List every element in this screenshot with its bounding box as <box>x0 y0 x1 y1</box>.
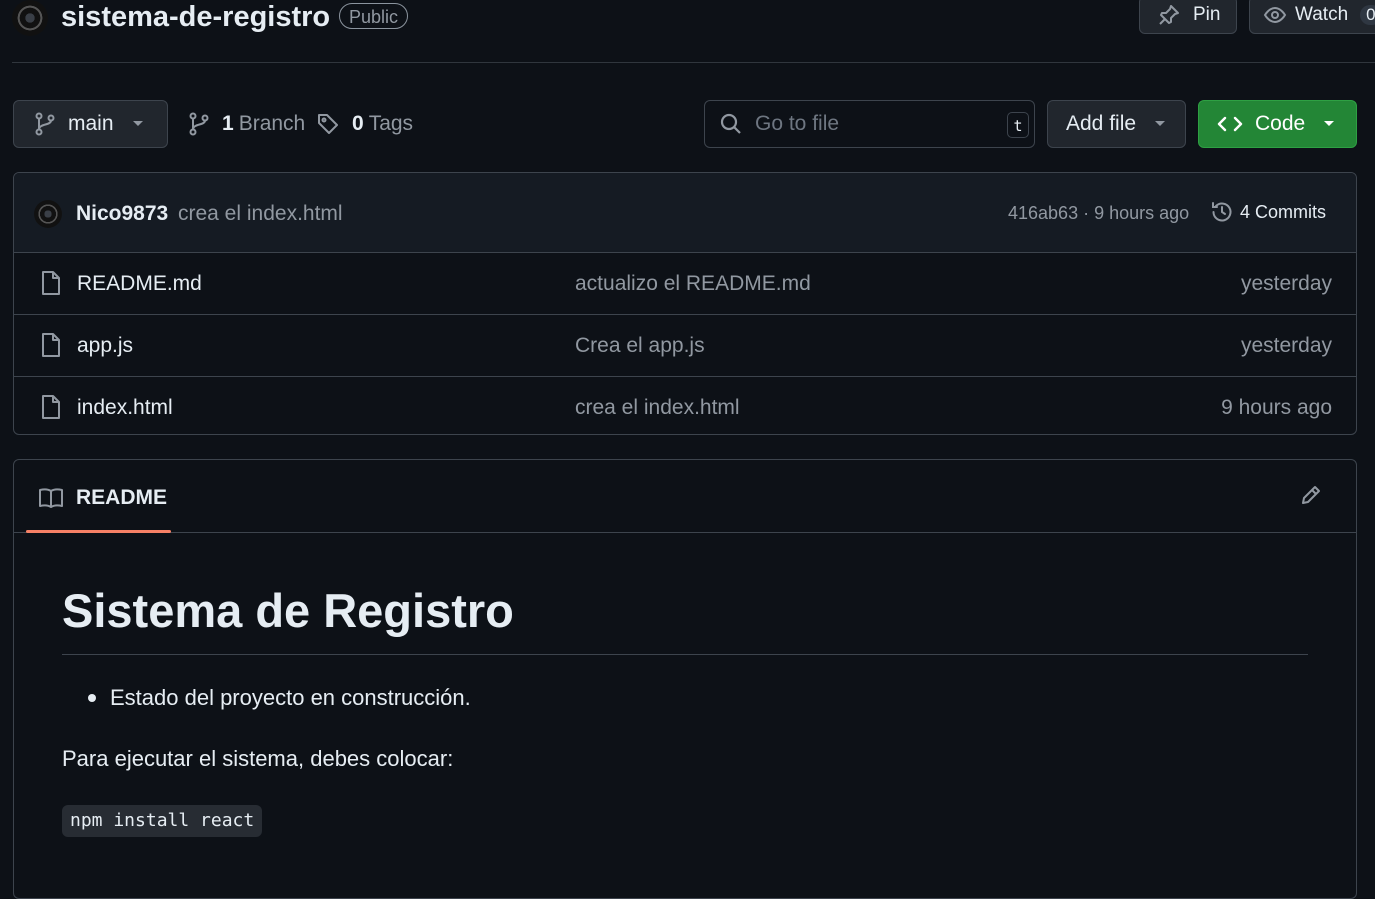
bullet-dot <box>88 694 96 702</box>
history-icon <box>1210 200 1234 224</box>
readme-tab-label: README <box>76 486 168 509</box>
git-branch-icon <box>34 112 56 136</box>
book-icon <box>38 487 64 509</box>
bullet-item: Estado del proyecto en construcción. <box>88 685 471 711</box>
file-name[interactable]: README.md <box>77 272 202 296</box>
caret-down-icon <box>1323 120 1335 128</box>
repo-owner-avatar[interactable] <box>12 0 48 36</box>
code-icon <box>1217 114 1243 134</box>
branch-count: 1 <box>222 112 234 135</box>
caret-down-icon <box>132 120 144 128</box>
file-icon <box>40 394 62 420</box>
file-icon <box>40 270 62 296</box>
file-commit-message[interactable]: actualizo el README.md <box>575 272 811 296</box>
file-date: yesterday <box>1240 334 1332 357</box>
commits-link[interactable]: 4 Commits <box>1210 200 1326 224</box>
pencil-icon[interactable] <box>1299 483 1323 507</box>
git-branch-icon <box>188 112 210 136</box>
readme-tab[interactable]: README <box>38 486 167 510</box>
active-tab-indicator <box>26 530 171 533</box>
readme-title: Sistema de Registro <box>62 584 514 637</box>
pin-button[interactable]: Pin <box>1139 0 1237 34</box>
latest-commit-bar: Nico9873 crea el index.html 416ab63 · 9 … <box>14 173 1356 253</box>
file-icon <box>40 332 62 358</box>
visibility-badge: Public <box>339 3 409 29</box>
code-label: Code <box>1255 112 1306 135</box>
commit-author[interactable]: Nico9873 <box>76 202 168 226</box>
tag-label: Tags <box>368 112 414 135</box>
branch-selector[interactable]: main <box>13 100 168 148</box>
eye-icon <box>1263 3 1287 27</box>
caret-down-icon <box>1154 120 1166 128</box>
search-icon <box>719 112 743 136</box>
tag-count: 0 <box>352 112 364 135</box>
branch-name: main <box>68 112 114 135</box>
branch-label: Branch <box>238 112 306 135</box>
commit-hash-time[interactable]: 416ab63 · 9 hours ago <box>1008 203 1189 224</box>
file-commit-message[interactable]: Crea el app.js <box>575 334 705 358</box>
branches-link[interactable]: 1 Branch <box>188 112 305 136</box>
watch-count: 0 <box>1360 5 1375 25</box>
bullet-text: Estado del proyecto en construcción. <box>110 685 471 710</box>
pin-label: Pin <box>1193 4 1221 25</box>
search-placeholder: Go to file <box>755 112 840 135</box>
code-snippet: npm install react <box>62 805 263 837</box>
file-list: Nico9873 crea el index.html 416ab63 · 9 … <box>13 172 1357 435</box>
title-divider <box>62 654 1308 655</box>
go-to-file-search[interactable]: Go to file t <box>704 100 1035 148</box>
add-file-button[interactable]: Add file <box>1047 100 1186 148</box>
file-commit-message[interactable]: crea el index.html <box>575 396 740 420</box>
shortcut-key: t <box>1007 112 1029 138</box>
file-row[interactable]: README.md actualizo el README.md yesterd… <box>14 253 1356 315</box>
readme-paragraph: Para ejecutar el sistema, debes colocar: <box>62 746 454 771</box>
repo-name[interactable]: sistema-de-registro <box>61 1 330 34</box>
commits-label: 4 Commits <box>1240 201 1327 222</box>
commit-message[interactable]: crea el index.html <box>178 202 343 226</box>
add-file-label: Add file <box>1066 112 1137 135</box>
file-name[interactable]: app.js <box>77 334 133 358</box>
pin-icon <box>1157 3 1181 27</box>
readme-header: README <box>14 460 1356 533</box>
tag-icon <box>316 112 340 136</box>
watch-button[interactable]: Watch 0 <box>1249 0 1375 34</box>
watch-label: Watch <box>1295 4 1349 25</box>
file-date: yesterday <box>1240 272 1332 295</box>
file-row[interactable]: app.js Crea el app.js yesterday <box>14 315 1356 377</box>
code-button[interactable]: Code <box>1198 100 1357 148</box>
file-name[interactable]: index.html <box>77 396 173 420</box>
tags-link[interactable]: 0 Tags <box>316 112 413 136</box>
header-divider <box>12 62 1375 63</box>
file-row[interactable]: index.html crea el index.html 9 hours ag… <box>14 377 1356 434</box>
author-avatar[interactable] <box>34 200 62 228</box>
file-date: 9 hours ago <box>1221 396 1332 419</box>
